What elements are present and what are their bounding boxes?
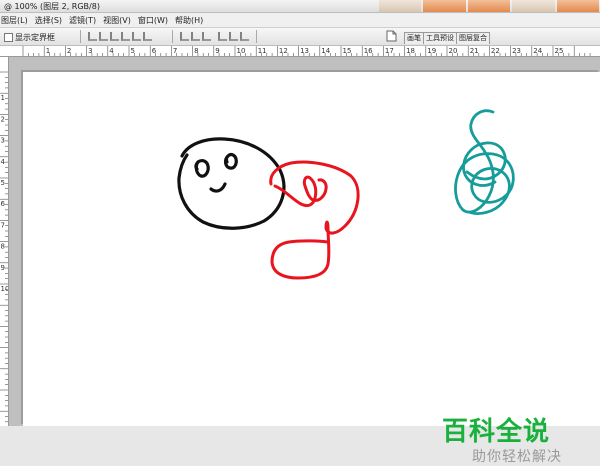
align-left-icon[interactable] (121, 32, 130, 41)
teal-scribble-drawing (454, 109, 515, 215)
ruler-label: 8 (1, 243, 5, 251)
title-bar: @ 100% (图层 2, RGB/8) (0, 0, 600, 13)
ruler-label: 15 (343, 47, 352, 55)
drawing-layer (177, 109, 515, 280)
menu-select[interactable]: 选择(S) (34, 15, 68, 26)
ruler-label: 5 (131, 47, 135, 55)
ruler-top-ticks: 1 2 3 4 5 6 7 8 9 10 11 12 13 14 15 16 17 18 19 20 21 22 23 24 2… (22, 46, 591, 56)
ruler-label: 20 (449, 47, 458, 55)
ruler-label: 14 (321, 47, 330, 55)
separator (172, 30, 173, 43)
document-title: @ 100% (图层 2, RGB/8) (4, 2, 100, 11)
menu-bar: 图层(L) 选择(S) 滤镜(T) 视图(V) 窗口(W) 帮助(H) (0, 13, 600, 28)
ruler-label: 19 (427, 47, 436, 55)
ruler-label: 6 (1, 200, 6, 208)
show-bounds-checkbox[interactable]: 显示定界框 (4, 32, 55, 43)
ruler-label: 6 (152, 47, 157, 55)
smiley-face-drawing (177, 137, 286, 230)
distribute-icons-2 (218, 32, 249, 41)
watermark-subtitle: 助你轻松解决 (472, 449, 562, 465)
align-top-icon[interactable] (88, 32, 97, 41)
ruler-label: 1 (46, 47, 50, 55)
ruler-label: 18 (406, 47, 415, 55)
menu-help[interactable]: 帮助(H) (174, 15, 209, 26)
ruler-label: 1 (1, 94, 5, 102)
ruler-label: 4 (1, 158, 6, 166)
ruler-label: 9 (215, 47, 219, 55)
ruler-label: 23 (512, 47, 521, 55)
ruler-label: 11 (258, 47, 267, 55)
document-icon[interactable] (386, 30, 397, 42)
tab-tool-presets[interactable]: 工具预设 (423, 32, 457, 44)
align-hcenter-icon[interactable] (132, 32, 141, 41)
ruler-label: 10 (1, 285, 9, 293)
ruler-label: 2 (1, 115, 5, 123)
ruler-left[interactable]: 1 2 3 4 5 6 7 8 9 10 (0, 57, 9, 426)
align-icons (88, 32, 152, 41)
face-outline (177, 137, 286, 230)
ruler-label: 22 (491, 47, 500, 55)
ruler-left-ticks: 1 2 3 4 5 6 7 8 9 10 (0, 71, 9, 423)
ruler-label: 21 (470, 47, 479, 55)
tab-brushes[interactable]: 画笔 (404, 32, 424, 44)
ruler-label: 12 (279, 47, 288, 55)
align-vcenter-icon[interactable] (99, 32, 108, 41)
taskbar-tabs[interactable] (378, 0, 600, 12)
ruler-label: 8 (194, 47, 198, 55)
palette-tab-strip: 画笔 工具预设 图层复合 (404, 32, 490, 44)
mouth (209, 182, 227, 193)
ruler-label: 10 (237, 47, 246, 55)
ruler-label: 17 (385, 47, 394, 55)
ruler-label: 7 (173, 47, 177, 55)
left-eye (194, 159, 210, 178)
ruler-label: 24 (533, 47, 542, 55)
ruler-top[interactable]: 1 2 3 4 5 6 7 8 9 10 11 12 13 14 15 16 17 18 19 20 21 22 23 24 2… (0, 46, 600, 57)
distribute-hcenter-icon[interactable] (229, 32, 238, 41)
separator (80, 30, 81, 43)
ruler-label: 3 (1, 137, 5, 145)
ruler-label: 2 (67, 47, 71, 55)
ruler-label: 4 (109, 47, 114, 55)
options-bar: 显示定界框 (0, 28, 600, 46)
menu-filter[interactable]: 滤镜(T) (68, 15, 102, 26)
menu-view[interactable]: 视图(V) (102, 15, 137, 26)
right-eye (223, 152, 238, 170)
distribute-icons-1 (180, 32, 211, 41)
menu-window[interactable]: 窗口(W) (137, 15, 174, 26)
ruler-label: 5 (1, 179, 5, 187)
ruler-label: 25 (555, 47, 564, 55)
show-bounds-label: 显示定界框 (15, 33, 55, 42)
document-canvas[interactable]: 百科全说 助你轻松解决 (23, 72, 600, 465)
distribute-vcenter-icon[interactable] (191, 32, 200, 41)
menu-layer[interactable]: 图层(L) (0, 15, 34, 26)
distribute-right-icon[interactable] (240, 32, 249, 41)
tab-layer-comps[interactable]: 图层复合 (456, 32, 490, 44)
distribute-bottom-icon[interactable] (202, 32, 211, 41)
ruler-label: 7 (1, 221, 5, 229)
distribute-left-icon[interactable] (218, 32, 227, 41)
ruler-label: 3 (88, 47, 92, 55)
align-bottom-icon[interactable] (110, 32, 119, 41)
watermark-title: 百科全说 (442, 417, 551, 447)
align-right-icon[interactable] (143, 32, 152, 41)
ruler-label: 9 (1, 264, 5, 272)
ruler-label: 16 (364, 47, 373, 55)
separator (256, 30, 257, 43)
distribute-top-icon[interactable] (180, 32, 189, 41)
ruler-label: 13 (300, 47, 309, 55)
checkbox-box[interactable] (4, 33, 13, 42)
